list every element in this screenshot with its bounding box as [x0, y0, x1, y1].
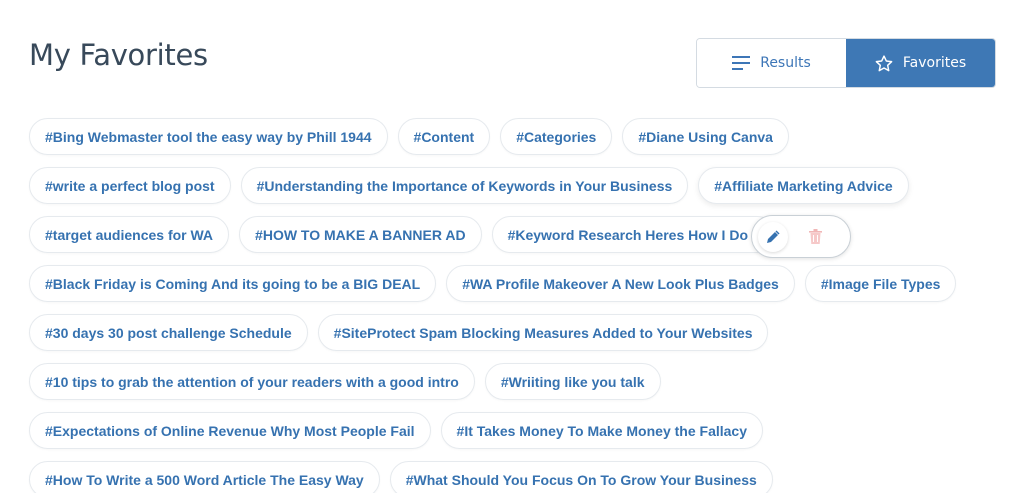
- favorite-tag[interactable]: #Understanding the Importance of Keyword…: [240, 167, 689, 204]
- tag-row: #10 tips to grab the attention of your r…: [29, 363, 989, 400]
- star-outline-icon: [875, 54, 893, 71]
- favorite-tag[interactable]: #10 tips to grab the attention of your r…: [29, 363, 475, 400]
- results-label: Results: [760, 55, 811, 71]
- delete-tag-button[interactable]: [800, 221, 830, 252]
- favorite-tag[interactable]: #Keyword Research Heres How I Do It: [491, 216, 777, 253]
- favorite-tag[interactable]: #30 days 30 post challenge Schedule: [29, 314, 308, 351]
- favorite-tags-list: #Bing Webmaster tool the easy way by Phi…: [29, 118, 989, 493]
- favorite-tag[interactable]: #How To Write a 500 Word Article The Eas…: [29, 461, 380, 493]
- favorite-tag[interactable]: #Content: [397, 118, 491, 155]
- favorite-tag[interactable]: #SiteProtect Spam Blocking Measures Adde…: [317, 314, 769, 351]
- tag-row: #How To Write a 500 Word Article The Eas…: [29, 461, 989, 493]
- trash-icon: [808, 229, 822, 244]
- favorite-tag[interactable]: #Wriiting like you talk: [484, 363, 661, 400]
- pencil-icon: [767, 229, 780, 243]
- favorite-tag[interactable]: #What Should You Focus On To Grow Your B…: [389, 461, 773, 493]
- tag-row: #30 days 30 post challenge Schedule #Sit…: [29, 314, 989, 351]
- favorite-tag[interactable]: #target audiences for WA: [29, 216, 230, 253]
- tag-row: #Bing Webmaster tool the easy way by Phi…: [29, 118, 989, 155]
- favorite-tag[interactable]: #Bing Webmaster tool the easy way by Phi…: [29, 118, 388, 155]
- page-title: My Favorites: [29, 38, 208, 72]
- favorite-tag[interactable]: #write a perfect blog post: [29, 167, 231, 204]
- results-button[interactable]: Results: [697, 39, 846, 87]
- favorites-button[interactable]: Favorites: [846, 39, 995, 87]
- favorite-tag[interactable]: #Affiliate Marketing Advice: [698, 167, 909, 204]
- favorite-tag[interactable]: #Categories: [500, 118, 613, 155]
- view-toggle: Results Favorites: [696, 38, 996, 88]
- favorite-tag[interactable]: #Diane Using Canva: [622, 118, 789, 155]
- tag-row: #Black Friday is Coming And its going to…: [29, 265, 989, 302]
- favorite-tag[interactable]: #HOW TO MAKE A BANNER AD: [239, 216, 482, 253]
- favorite-tag[interactable]: #Image File Types: [804, 265, 957, 302]
- favorite-tag[interactable]: #It Takes Money To Make Money the Fallac…: [440, 412, 763, 449]
- tag-action-popup: [751, 215, 851, 258]
- favorites-label: Favorites: [902, 55, 967, 71]
- edit-tag-button[interactable]: [758, 221, 788, 252]
- favorite-tag[interactable]: #Black Friday is Coming And its going to…: [29, 265, 437, 302]
- tag-row: #write a perfect blog post #Understandin…: [29, 167, 989, 204]
- tag-row: #Expectations of Online Revenue Why Most…: [29, 412, 989, 449]
- favorite-tag[interactable]: #Expectations of Online Revenue Why Most…: [29, 412, 431, 449]
- favorite-tag[interactable]: #WA Profile Makeover A New Look Plus Bad…: [446, 265, 795, 302]
- list-lines-icon: [732, 56, 751, 70]
